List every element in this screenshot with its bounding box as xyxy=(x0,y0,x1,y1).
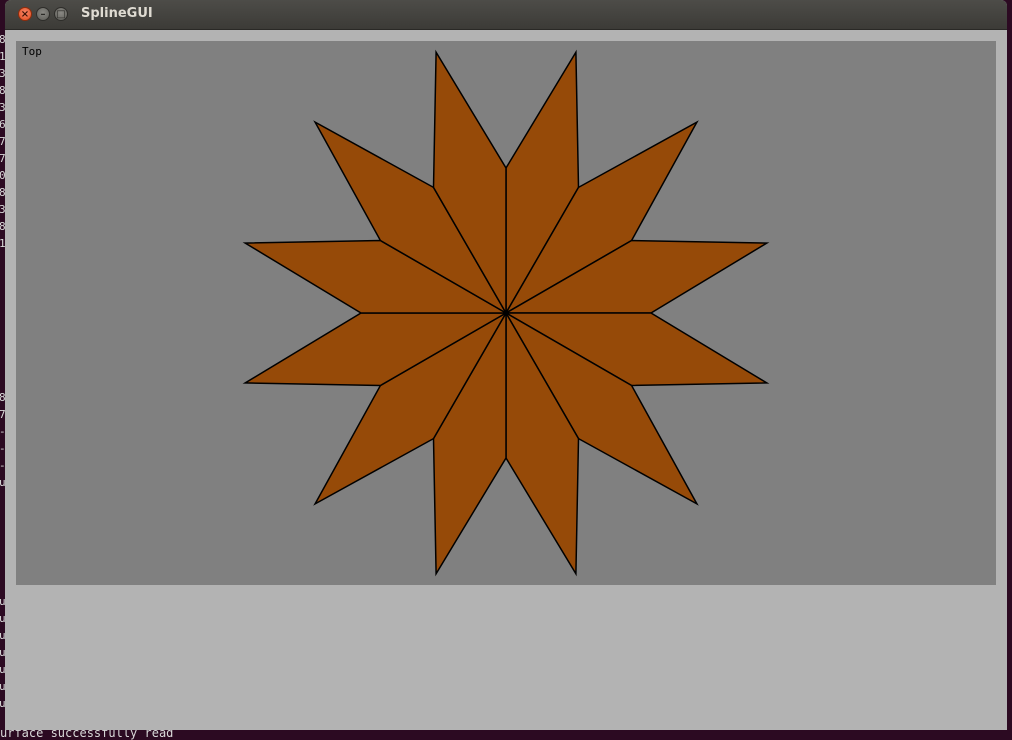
bottom-panel xyxy=(5,585,1007,730)
minimize-button[interactable]: – xyxy=(36,7,50,21)
maximize-button[interactable]: □ xyxy=(54,7,68,21)
star-canvas xyxy=(242,49,770,577)
star-shape xyxy=(242,49,770,577)
window-title: SplineGUI xyxy=(81,6,153,21)
top-viewport[interactable]: Top xyxy=(16,41,996,585)
spline-gui-window: × – □ SplineGUI Top xyxy=(5,0,1007,730)
close-icon: × xyxy=(20,9,30,20)
close-button[interactable]: × xyxy=(18,7,32,21)
viewport-label: Top xyxy=(22,45,42,58)
title-bar[interactable]: × – □ SplineGUI xyxy=(5,0,1007,30)
maximize-icon: □ xyxy=(56,9,66,20)
minimize-icon: – xyxy=(40,9,46,20)
